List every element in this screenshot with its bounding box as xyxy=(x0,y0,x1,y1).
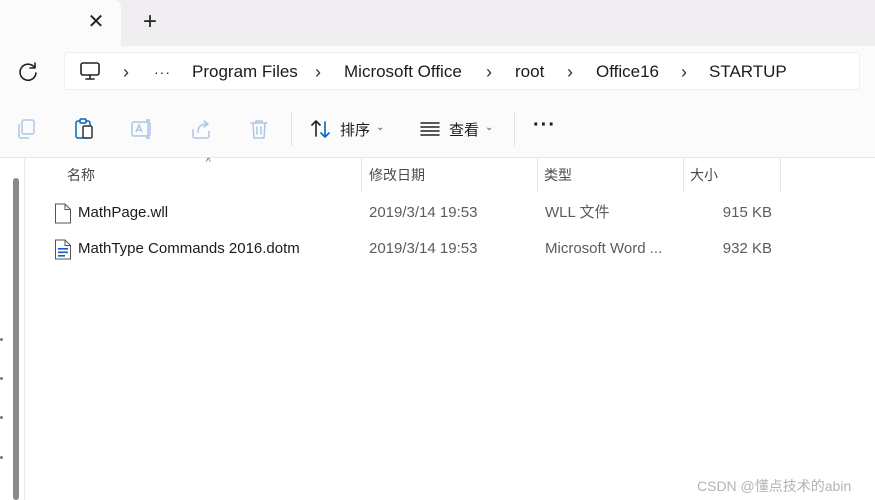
breadcrumb-overflow[interactable]: ··· xyxy=(154,53,171,91)
tab-strip: ✕ + xyxy=(0,0,875,46)
column-separator[interactable] xyxy=(537,158,538,192)
breadcrumb-separator[interactable]: › xyxy=(567,53,573,91)
watermark: CSDN @懂点技术的abin xyxy=(697,478,852,494)
scroll-marker xyxy=(0,456,3,459)
breadcrumb-separator[interactable]: › xyxy=(315,53,321,91)
share-icon[interactable] xyxy=(189,117,213,141)
address-bar[interactable]: › ··· Program Files › Microsoft Office ›… xyxy=(64,52,860,90)
breadcrumb-office16[interactable]: Office16 xyxy=(596,53,659,91)
delete-icon[interactable] xyxy=(247,117,271,141)
address-row: › ··· Program Files › Microsoft Office ›… xyxy=(0,46,875,100)
navigation-scrollbar[interactable] xyxy=(13,178,19,500)
breadcrumb-root[interactable]: root xyxy=(515,53,544,91)
column-separator[interactable] xyxy=(683,158,684,192)
active-tab[interactable]: ✕ xyxy=(0,0,121,46)
file-modified: 2019/3/14 19:53 xyxy=(369,204,478,221)
file-row[interactable]: MathPage.wll 2019/3/14 19:53 WLL 文件 915 … xyxy=(44,196,804,230)
sort-icon[interactable] xyxy=(309,117,333,141)
breadcrumb-separator[interactable]: › xyxy=(486,53,492,91)
column-header-row: 名称 ^ 修改日期 类型 大小 xyxy=(24,157,875,192)
chevron-down-icon[interactable]: ⌄ xyxy=(376,122,384,133)
toolbar-divider xyxy=(514,112,515,146)
column-header-type[interactable]: 类型 xyxy=(544,158,572,192)
command-bar: 排序 ⌄ 查看 ⌄ ··· xyxy=(0,100,875,158)
navigation-pane-edge xyxy=(0,158,24,500)
file-type: WLL 文件 xyxy=(545,204,610,221)
more-options-icon[interactable]: ··· xyxy=(533,114,556,137)
breadcrumb-separator[interactable]: › xyxy=(681,53,687,91)
file-size: 915 KB xyxy=(722,204,772,221)
view-button[interactable]: 查看 xyxy=(449,119,479,140)
sort-ascending-icon: ^ xyxy=(206,157,211,168)
column-header-size[interactable]: 大小 xyxy=(690,158,718,192)
sort-button[interactable]: 排序 xyxy=(340,119,370,140)
chevron-down-icon[interactable]: ⌄ xyxy=(485,122,493,133)
view-icon[interactable] xyxy=(418,117,442,141)
file-icon xyxy=(55,203,71,224)
scroll-marker xyxy=(0,338,3,341)
copy-icon[interactable] xyxy=(14,117,38,141)
column-header-modified[interactable]: 修改日期 xyxy=(369,158,425,192)
breadcrumb-separator[interactable]: › xyxy=(123,53,129,91)
paste-icon[interactable] xyxy=(72,117,96,141)
scroll-marker xyxy=(0,416,3,419)
column-header-name[interactable]: 名称 xyxy=(67,158,95,192)
word-template-icon xyxy=(55,239,71,260)
new-tab-button[interactable]: + xyxy=(138,10,162,34)
close-tab-icon[interactable]: ✕ xyxy=(84,10,108,34)
file-type: Microsoft Word ... xyxy=(545,240,663,257)
refresh-icon[interactable] xyxy=(14,58,42,86)
toolbar-divider xyxy=(291,112,292,146)
breadcrumb-program-files[interactable]: Program Files xyxy=(192,53,298,91)
file-name[interactable]: MathType Commands 2016.dotm xyxy=(78,232,300,266)
column-separator[interactable] xyxy=(361,158,362,192)
scroll-marker xyxy=(0,377,3,380)
file-modified: 2019/3/14 19:53 xyxy=(369,240,478,257)
file-row[interactable]: MathType Commands 2016.dotm 2019/3/14 19… xyxy=(44,232,804,266)
rename-icon[interactable] xyxy=(130,117,154,141)
breadcrumb-startup[interactable]: STARTUP xyxy=(709,53,787,91)
this-pc-icon[interactable] xyxy=(79,61,101,81)
breadcrumb-microsoft-office[interactable]: Microsoft Office xyxy=(344,53,462,91)
file-size: 932 KB xyxy=(722,240,772,257)
column-separator[interactable] xyxy=(780,158,781,192)
file-name[interactable]: MathPage.wll xyxy=(78,196,168,230)
